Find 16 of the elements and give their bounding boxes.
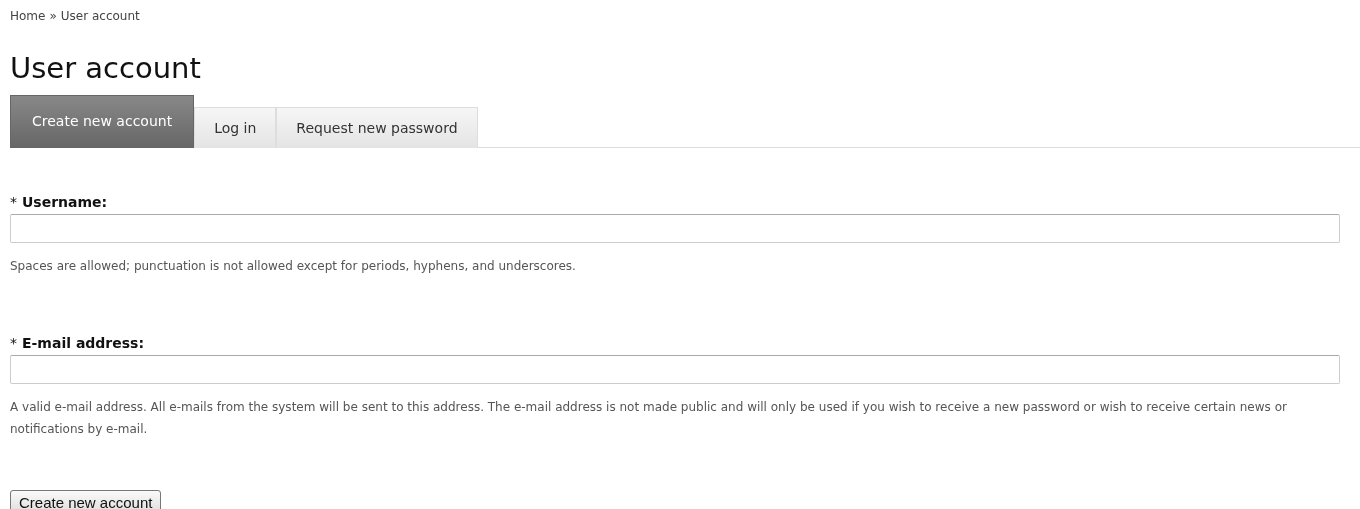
field-label: Username: [22, 194, 108, 210]
required-mark: * [10, 194, 17, 210]
current-page-text: User account [60, 9, 140, 25]
breadcrumb-link[interactable]: Home [10, 9, 46, 27]
input-field[interactable] [10, 214, 1340, 243]
page-title: User account [10, 50, 202, 87]
input-field[interactable] [10, 355, 1340, 384]
submit-button[interactable]: Create new account [10, 490, 162, 509]
field-description: Spaces are allowed; punctuation is not allowed except for periods, hyphens, and underscores. [10, 258, 577, 275]
field-label: E-mail address: [22, 335, 145, 351]
tab[interactable]: Create new account [10, 95, 195, 148]
breadcrumb-separator: » [49, 9, 57, 25]
tab[interactable]: Log in [194, 107, 277, 148]
required-mark: * [10, 335, 17, 351]
field-description: A valid e-mail address. All e-mails from the system will be sent to this address. The e-mail address is not made public and will only be used if you wish to receive a new password or wish to receive certain news or notifications by e-mail. [10, 399, 1288, 438]
tab[interactable]: Request new password [276, 107, 478, 148]
